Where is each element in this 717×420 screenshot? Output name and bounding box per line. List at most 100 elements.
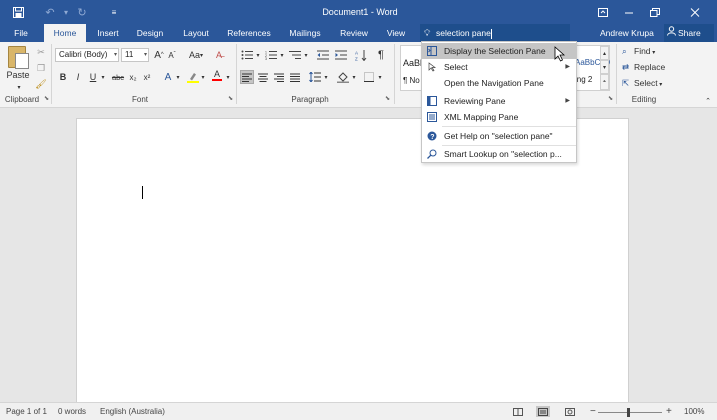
word-count[interactable]: 0 words [58, 403, 86, 420]
styles-scroll-up-icon[interactable]: ▴ [600, 46, 609, 60]
redo-icon[interactable]: ↻ [72, 0, 92, 24]
tab-file[interactable]: File [6, 24, 36, 42]
align-right-icon[interactable] [272, 70, 286, 84]
zoom-out-button[interactable]: − [590, 403, 596, 420]
copy-icon[interactable]: ❐ [34, 61, 48, 75]
styles-more-icon[interactable]: ⩡ [600, 74, 609, 90]
font-name-combo[interactable]: Calibri (Body) ▾ [55, 48, 119, 62]
shading-icon[interactable] [336, 70, 350, 84]
chevron-down-icon[interactable]: ▾ [323, 70, 329, 84]
chevron-down-icon[interactable]: ▾ [225, 70, 231, 84]
chevron-down-icon[interactable]: ▾ [279, 48, 285, 62]
tab-references[interactable]: References [222, 24, 276, 42]
font-group-label: Font [131, 95, 148, 104]
subscript-button[interactable]: x₂ [127, 70, 139, 84]
tab-home[interactable]: Home [44, 24, 86, 43]
superscript-button[interactable]: x² [141, 70, 153, 84]
find-button[interactable]: ⌕ Find ▾ [622, 44, 655, 58]
chevron-down-icon[interactable]: ▾ [377, 70, 383, 84]
share-button[interactable]: Share [664, 24, 714, 42]
shrink-font-button[interactable]: Aˇ [166, 48, 178, 62]
document-area[interactable] [0, 108, 717, 408]
menu-item-reviewing-pane[interactable]: Reviewing Pane ▶ [422, 93, 576, 109]
chevron-down-icon[interactable]: ▾ [175, 70, 181, 84]
font-size-combo[interactable]: 11 ▾ [121, 48, 149, 62]
replace-button[interactable]: ⇄ Replace [622, 60, 665, 74]
tab-view[interactable]: View [380, 24, 412, 42]
align-left-icon[interactable] [240, 70, 254, 84]
style-normal[interactable]: AaBl ¶ No [403, 50, 423, 90]
select-button[interactable]: ⇱ Select ▾ [622, 76, 662, 90]
zoom-in-button[interactable]: + [666, 403, 672, 420]
decrease-indent-icon[interactable] [316, 48, 330, 62]
increase-indent-icon[interactable] [334, 48, 348, 62]
change-case-button[interactable]: Aa ▾ [186, 48, 206, 62]
tab-review[interactable]: Review [334, 24, 374, 42]
read-mode-icon[interactable] [511, 406, 525, 417]
chevron-down-icon[interactable]: ▾ [303, 48, 309, 62]
tab-layout[interactable]: Layout [176, 24, 216, 42]
language-indicator[interactable]: English (Australia) [100, 403, 165, 420]
paragraph-launcher-icon[interactable]: ⬊ [385, 96, 392, 103]
web-layout-icon[interactable] [563, 406, 577, 417]
paste-icon[interactable] [8, 46, 29, 69]
font-color-button[interactable]: A [210, 68, 224, 82]
styles-scroll-down-icon[interactable]: ▾ [600, 60, 609, 74]
style-heading-2[interactable]: AaBbCcD ing 2 [575, 50, 610, 90]
chevron-down-icon[interactable]: ▾ [351, 70, 357, 84]
chevron-down-icon[interactable]: ▾ [255, 48, 261, 62]
bullets-icon[interactable] [240, 48, 254, 62]
highlight-button[interactable] [186, 70, 200, 84]
justify-icon[interactable] [288, 70, 302, 84]
zoom-slider-track[interactable] [598, 412, 662, 413]
print-layout-icon[interactable] [536, 406, 550, 417]
underline-button[interactable]: U [87, 70, 99, 84]
menu-item-select[interactable]: Select ▶ [422, 59, 576, 75]
strikethrough-button[interactable]: abc [110, 70, 126, 84]
paste-dropdown-icon[interactable]: ▾ [15, 80, 23, 94]
italic-button[interactable]: I [72, 70, 84, 84]
line-spacing-icon[interactable] [308, 70, 322, 84]
zoom-slider-thumb[interactable] [627, 408, 630, 417]
menu-item-display-selection-pane[interactable]: Display the Selection Pane [422, 43, 576, 59]
smart-lookup-icon [427, 149, 437, 159]
format-painter-icon[interactable]: 🖌︎ [34, 77, 48, 91]
clipboard-launcher-icon[interactable]: ⬊ [44, 96, 51, 103]
styles-launcher-icon[interactable]: ⬊ [608, 96, 615, 103]
customize-qat-icon[interactable]: ≡ [104, 0, 124, 24]
save-icon[interactable] [8, 0, 28, 24]
restore-icon[interactable] [642, 0, 668, 24]
numbering-icon[interactable]: 123 [264, 48, 278, 62]
text-effects-button[interactable]: A [162, 70, 174, 84]
close-icon[interactable] [680, 0, 710, 24]
show-formatting-marks-button[interactable]: ¶ [374, 48, 388, 62]
clear-formatting-icon[interactable]: A̶ [212, 48, 226, 62]
zoom-level[interactable]: 100% [684, 403, 704, 420]
borders-icon[interactable] [362, 70, 376, 84]
tell-me-search[interactable]: 💡︎ selection pane [420, 24, 570, 42]
ribbon-display-options-icon[interactable] [590, 0, 616, 24]
menu-item-open-navigation-pane[interactable]: Open the Navigation Pane [422, 75, 576, 91]
collapse-ribbon-icon[interactable]: ⌃ [703, 94, 713, 108]
multilevel-list-icon[interactable] [288, 48, 302, 62]
tab-design[interactable]: Design [131, 24, 169, 42]
user-name[interactable]: Andrew Krupa [600, 24, 654, 42]
page-count[interactable]: Page 1 of 1 [6, 403, 47, 420]
chevron-down-icon[interactable]: ▾ [200, 70, 206, 84]
bold-button[interactable]: B [57, 70, 69, 84]
underline-dropdown-icon[interactable]: ▾ [99, 70, 107, 84]
align-center-icon[interactable] [256, 70, 270, 84]
svg-text:Z: Z [355, 56, 358, 61]
font-launcher-icon[interactable]: ⬊ [228, 96, 235, 103]
sort-icon[interactable]: AZ [354, 48, 368, 62]
grow-font-button[interactable]: A ^ [153, 48, 165, 62]
menu-item-smart-lookup[interactable]: Smart Lookup on "selection p... [422, 146, 576, 162]
tab-mailings[interactable]: Mailings [282, 24, 328, 42]
tab-insert[interactable]: Insert [90, 24, 126, 42]
minimize-icon[interactable] [616, 0, 642, 24]
cut-icon[interactable]: ✂ [34, 45, 48, 59]
menu-item-get-help[interactable]: ? Get Help on "selection pane" [422, 128, 576, 144]
menu-item-xml-mapping-pane[interactable]: XML Mapping Pane [422, 109, 576, 125]
tell-me-input[interactable]: selection pane [436, 28, 491, 38]
text-cursor [142, 186, 143, 199]
